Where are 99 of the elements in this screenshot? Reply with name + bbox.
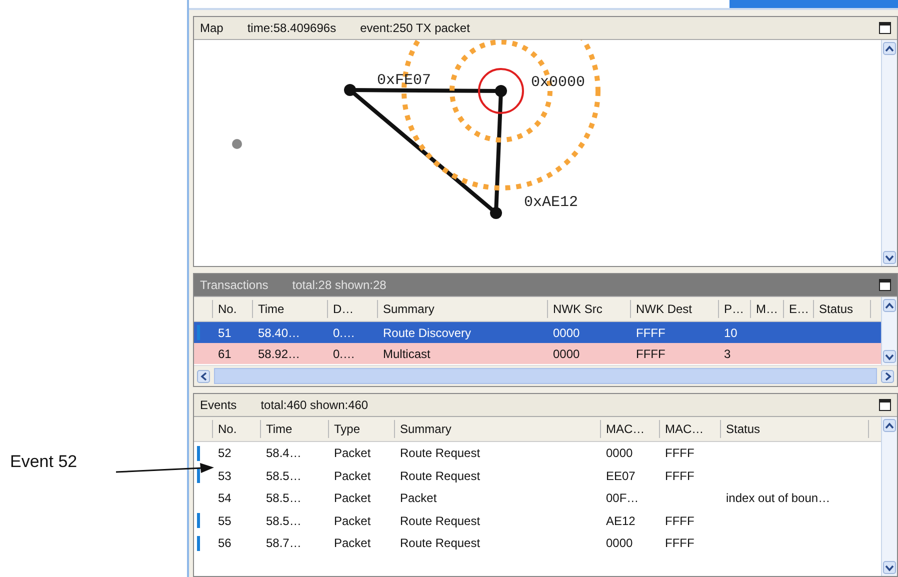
scroll-right-icon[interactable] bbox=[881, 370, 894, 382]
column-header[interactable]: Summary bbox=[378, 300, 548, 318]
table-cell-text: Route Request bbox=[399, 536, 482, 550]
column-header[interactable]: E… bbox=[784, 300, 814, 318]
maximize-icon[interactable] bbox=[879, 22, 891, 34]
table-cell-text: Packet bbox=[399, 491, 438, 506]
table-cell-text: Route Request bbox=[399, 446, 482, 460]
table-row[interactable]: 53 58.5… Packet Route Request EE07 FFFF bbox=[194, 464, 881, 487]
table-cell-text: 00F… bbox=[605, 491, 640, 506]
network-node[interactable] bbox=[495, 85, 507, 97]
table-cell-text: Route Request bbox=[399, 514, 482, 528]
vertical-scrollbar[interactable] bbox=[881, 40, 897, 266]
network-node[interactable] bbox=[490, 207, 502, 219]
table-cell-text: FFFF bbox=[664, 514, 696, 528]
table-row[interactable]: 52 58.4… Packet Route Request 0000 FFFF bbox=[194, 442, 881, 464]
scroll-up-icon[interactable] bbox=[883, 299, 896, 312]
table-row[interactable]: 55 58.5… Packet Route Request AE12 FFFF bbox=[194, 510, 881, 532]
table-cell-text: EE07 bbox=[605, 468, 636, 483]
table-cell-text: 55 bbox=[217, 514, 232, 528]
node-label: 0xAE12 bbox=[524, 194, 578, 211]
table-cell-text: 0000 bbox=[605, 446, 634, 460]
table-cell-text: 58.40… bbox=[257, 326, 302, 340]
table-row[interactable]: 61 58.92… 0.… Multicast 0000 FFFF 3 bbox=[194, 343, 881, 364]
maximize-icon[interactable] bbox=[879, 399, 891, 411]
table-cell-text: Multicast bbox=[382, 346, 432, 360]
scroll-up-icon[interactable] bbox=[883, 419, 896, 432]
table-cell-text: 58.7… bbox=[265, 536, 302, 550]
scroll-down-icon[interactable] bbox=[883, 350, 896, 363]
vertical-scrollbar[interactable] bbox=[881, 297, 897, 365]
table-row[interactable]: 51 58.40… 0.… Route Discovery 0000 FFFF 10 bbox=[194, 322, 881, 343]
panel-title: Map bbox=[200, 21, 224, 35]
table-cell-text: 51 bbox=[217, 326, 232, 340]
column-header[interactable]: NWK Src bbox=[548, 300, 631, 318]
table-cell-text: Packet bbox=[333, 536, 372, 550]
table-cell-text: Packet bbox=[333, 446, 372, 460]
column-header[interactable]: Time bbox=[253, 300, 328, 318]
column-header[interactable]: Time bbox=[261, 420, 329, 438]
annotation-label: Event 52 bbox=[10, 452, 78, 471]
table-cell-text: Packet bbox=[333, 468, 372, 483]
table-cell-text: 53 bbox=[217, 468, 232, 483]
vertical-scrollbar[interactable] bbox=[881, 417, 897, 576]
table-cell-text: FFFF bbox=[635, 346, 666, 360]
table-cell-text: 56 bbox=[217, 536, 232, 550]
scroll-down-icon[interactable] bbox=[883, 251, 896, 264]
column-header[interactable]: Type bbox=[329, 420, 395, 438]
column-header[interactable]: MAC… bbox=[601, 420, 660, 438]
table-cell-text: Packet bbox=[333, 514, 372, 528]
network-node[interactable] bbox=[344, 84, 356, 96]
column-header[interactable]: D… bbox=[328, 300, 378, 318]
table-cell-text: FFFF bbox=[664, 446, 696, 460]
table-row[interactable]: 56 58.7… Packet Route Request 0000 FFFF bbox=[194, 532, 881, 554]
column-header[interactable]: NWK Dest bbox=[631, 300, 719, 318]
table-cell-text: 58.92… bbox=[257, 346, 302, 360]
scroll-left-icon[interactable] bbox=[197, 370, 210, 382]
panel-title: Transactions bbox=[200, 278, 268, 292]
count-label: total:28 shown:28 bbox=[292, 278, 386, 292]
node-label: 0x0000 bbox=[531, 74, 586, 91]
table-cell-text: 52 bbox=[217, 446, 232, 460]
column-header[interactable]: Status bbox=[721, 420, 869, 438]
time-label: time:58.409696s bbox=[247, 21, 336, 35]
table-cell-text: 0000 bbox=[605, 536, 634, 550]
column-header[interactable]: No. bbox=[213, 300, 253, 318]
table-cell-text: index out of boun… bbox=[725, 491, 832, 506]
column-header[interactable]: Status bbox=[814, 300, 871, 318]
scroll-down-icon[interactable] bbox=[883, 561, 896, 574]
table-cell-text: 58.5… bbox=[265, 514, 302, 528]
scroll-thumb[interactable] bbox=[214, 368, 877, 384]
node-label: 0xFE07 bbox=[377, 72, 432, 89]
table-cell-text: 58.5… bbox=[265, 491, 302, 506]
table-cell-text: 0000 bbox=[552, 326, 581, 340]
table-cell-text: Route Request bbox=[399, 468, 482, 483]
column-header[interactable]: P… bbox=[719, 300, 751, 318]
table-cell-text: 61 bbox=[217, 346, 232, 360]
table-cell-text: 10 bbox=[723, 326, 738, 340]
scroll-up-icon[interactable] bbox=[883, 42, 896, 55]
table-cell-text: 0.… bbox=[332, 326, 356, 340]
column-header[interactable]: M… bbox=[751, 300, 784, 318]
table-row[interactable]: 54 58.5… Packet Packet 00F… index out of boun… bbox=[194, 487, 881, 510]
count-label: total:460 shown:460 bbox=[260, 398, 368, 412]
table-cell-text: Route Discovery bbox=[382, 326, 472, 340]
table-cell-text: FFFF bbox=[664, 468, 696, 483]
table-cell-text: 58.4… bbox=[265, 446, 302, 460]
table-cell-text: 58.5… bbox=[265, 468, 302, 483]
event-label: event:250 TX packet bbox=[360, 21, 470, 35]
table-cell-text: 54 bbox=[217, 491, 232, 506]
panel-title: Events bbox=[200, 398, 237, 412]
column-header[interactable]: No. bbox=[213, 420, 261, 438]
horizontal-scrollbar[interactable] bbox=[194, 365, 897, 386]
table-cell-text: 0.… bbox=[332, 346, 356, 360]
table-cell-text: FFFF bbox=[664, 536, 696, 550]
table-cell-text: AE12 bbox=[605, 514, 636, 528]
table-cell-text: FFFF bbox=[635, 326, 666, 340]
column-header[interactable]: MAC… bbox=[660, 420, 721, 438]
maximize-icon[interactable] bbox=[879, 279, 891, 291]
table-cell-text: 0000 bbox=[552, 346, 581, 360]
column-header[interactable]: Summary bbox=[395, 420, 601, 438]
idle-node[interactable] bbox=[232, 139, 242, 149]
table-cell-text: Packet bbox=[333, 491, 372, 506]
table-cell-text: 3 bbox=[723, 346, 732, 360]
